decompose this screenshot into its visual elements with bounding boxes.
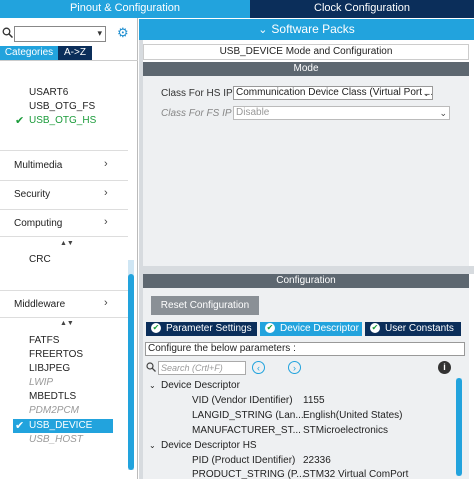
chevron-right-icon[interactable]: ›	[104, 158, 108, 170]
list-item[interactable]: USB_HOST	[29, 434, 83, 445]
class-hs-label: Class For HS IP	[161, 88, 233, 99]
check-circle-icon: ✔	[151, 323, 161, 333]
chevron-down-icon[interactable]: ›	[104, 297, 108, 309]
chevron-down-icon: ⌄	[439, 108, 447, 118]
tab-device-descriptor[interactable]: ✔ Device Descriptor	[260, 322, 362, 336]
param-value[interactable]: English(United States)	[303, 410, 403, 421]
page-title: USB_DEVICE Mode and Configuration	[143, 44, 469, 60]
class-fs-label: Class For FS IP	[161, 108, 232, 119]
param-value[interactable]: STMicroelectronics	[303, 425, 388, 436]
divider	[0, 150, 128, 151]
configure-hint: Configure the below parameters :	[145, 342, 465, 356]
sort-icon[interactable]: ▲▼	[60, 320, 74, 327]
tab-parameter-settings[interactable]: ✔ Parameter Settings	[146, 322, 257, 336]
divider	[0, 317, 128, 318]
info-icon[interactable]: i	[438, 361, 451, 374]
list-item[interactable]: USB_OTG_HS	[29, 115, 96, 126]
check-circle-icon: ✔	[265, 323, 275, 333]
list-item[interactable]: USB_OTG_FS	[29, 101, 95, 112]
chevron-down-icon[interactable]: ▾	[97, 28, 102, 39]
search-row: ▾ ⚙	[0, 23, 138, 45]
search-icon	[146, 362, 156, 372]
list-item[interactable]: LIBJPEG	[29, 363, 70, 374]
reset-configuration-button[interactable]: Reset Configuration	[151, 296, 259, 315]
scrollbar-thumb[interactable]	[456, 378, 462, 476]
divider	[0, 209, 128, 210]
param-value[interactable]: 22336	[303, 455, 331, 466]
list-item[interactable]: USART6	[29, 87, 68, 98]
list-item[interactable]: FATFS	[29, 335, 59, 346]
param-name: PID (Product IDentifier)	[192, 455, 296, 466]
divider	[0, 60, 138, 61]
search-next-icon[interactable]: ›	[288, 361, 301, 374]
tab-user-constants[interactable]: ✔ User Constants	[365, 322, 461, 336]
scrollbar-thumb[interactable]	[128, 274, 134, 470]
param-value[interactable]: 1155	[303, 395, 325, 406]
tab-pinout-configuration[interactable]: Pinout & Configuration	[0, 0, 250, 18]
list-item[interactable]: LWIP	[29, 377, 53, 388]
section-computing[interactable]: Computing	[14, 218, 62, 229]
parameter-search-input[interactable]: Search (Crtl+F)	[158, 361, 246, 375]
left-scrollbar[interactable]	[128, 260, 134, 470]
search-icon[interactable]	[2, 27, 13, 38]
section-multimedia[interactable]: Multimedia	[14, 160, 62, 171]
chevron-down-icon[interactable]: ⌄	[149, 441, 156, 450]
sort-icon[interactable]: ▲▼	[60, 240, 74, 247]
group-device-descriptor[interactable]: Device Descriptor	[161, 380, 240, 391]
divider	[0, 180, 128, 181]
section-security[interactable]: Security	[14, 189, 50, 200]
divider	[0, 236, 128, 237]
class-hs-select[interactable]: Communication Device Class (Virtual Port…	[233, 86, 433, 100]
tab-categories[interactable]: Categories	[0, 46, 58, 60]
configuration-header: Configuration	[143, 274, 469, 288]
check-circle-icon: ✔	[370, 323, 380, 333]
tab-clock-configuration[interactable]: Clock Configuration	[250, 0, 474, 18]
param-name: MANUFACTURER_ST...	[192, 425, 301, 436]
stm32cubemx-window: Pinout & Configuration Clock Configurati…	[0, 0, 474, 479]
mode-panel	[143, 76, 469, 266]
list-item[interactable]: MBEDTLS	[29, 391, 76, 402]
check-icon: ✔	[15, 115, 25, 127]
mode-header: Mode	[143, 62, 469, 76]
param-name: PRODUCT_STRING (P...	[192, 469, 305, 479]
search-input[interactable]: ▾	[14, 26, 106, 42]
list-item[interactable]: PDM2PCM	[29, 405, 79, 416]
chevron-down-icon[interactable]: ⌄	[149, 381, 156, 390]
parameter-scrollbar[interactable]	[456, 378, 462, 476]
search-previous-icon[interactable]: ‹	[252, 361, 265, 374]
check-icon: ✔	[15, 420, 25, 432]
tab-a-z[interactable]: A->Z	[58, 46, 92, 60]
class-fs-select[interactable]: Disable ⌄	[233, 106, 450, 120]
chevron-down-icon[interactable]: ›	[104, 216, 108, 228]
section-middleware[interactable]: Middleware	[14, 299, 65, 310]
software-packs-button[interactable]: ⌄ Software Packs	[139, 19, 474, 40]
chevron-down-icon: ⌄	[422, 88, 430, 98]
param-value[interactable]: STM32 Virtual ComPort	[303, 469, 408, 479]
param-name: VID (Vendor IDentifier)	[192, 395, 293, 406]
gear-icon[interactable]: ⚙	[117, 26, 131, 40]
param-name: LANGID_STRING (Lan...	[192, 410, 304, 421]
group-device-descriptor-hs[interactable]: Device Descriptor HS	[161, 440, 257, 451]
splitter[interactable]	[143, 266, 474, 274]
list-item[interactable]: FREERTOS	[29, 349, 83, 360]
chevron-down-icon: ⌄	[258, 24, 268, 36]
list-item[interactable]: CRC	[29, 254, 51, 265]
list-item-selected[interactable]: USB_DEVICE	[29, 420, 92, 431]
chevron-right-icon[interactable]: ›	[104, 187, 108, 199]
divider	[0, 290, 128, 291]
